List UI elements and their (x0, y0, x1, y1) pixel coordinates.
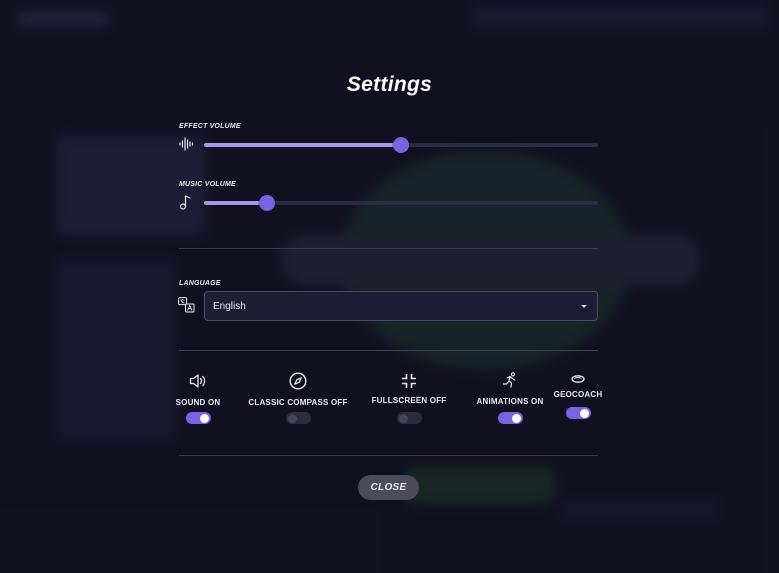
chevron-down-icon (581, 305, 587, 308)
toggle-knob (580, 409, 589, 418)
toggle-knob (512, 414, 521, 423)
waveform-icon (179, 137, 194, 151)
toggle-knob (288, 414, 297, 423)
geocoach-toggle[interactable] (566, 407, 591, 419)
language-select-value: English (213, 301, 246, 312)
coach-disc-icon (571, 375, 585, 383)
compass-icon (289, 372, 307, 390)
toggle-label: FULLSCREEN OFF (371, 396, 447, 405)
toggle-label: CLASSIC COMPASS OFF (248, 398, 348, 407)
fullscreen-toggle[interactable] (397, 412, 422, 424)
divider (179, 350, 598, 351)
settings-title: Settings (346, 73, 433, 96)
effect-volume-label: EFFECT VOLUME (179, 123, 241, 130)
toggle-label: GEOCOACH (553, 390, 603, 399)
slider-thumb[interactable] (259, 195, 276, 211)
toggle-classic-compass: CLASSIC COMPASS OFF (248, 372, 348, 407)
toggle-fullscreen: FULLSCREEN OFF (369, 374, 449, 405)
animations-toggle[interactable] (498, 412, 523, 424)
effect-volume-slider[interactable] (204, 137, 598, 153)
speaker-icon (189, 374, 206, 388)
music-volume-slider[interactable] (204, 195, 598, 211)
translate-icon (178, 297, 195, 313)
close-button[interactable]: CLOSE (358, 475, 419, 500)
toggle-label: ANIMATIONS ON (476, 397, 544, 406)
exit-fullscreen-icon (402, 374, 416, 388)
slider-fill (204, 201, 268, 205)
toggle-geocoach: GEOCOACH (552, 374, 604, 399)
music-volume-label: MUSIC VOLUME (179, 181, 236, 188)
running-figure-icon (502, 372, 516, 388)
slider-fill (204, 143, 401, 147)
divider (179, 455, 598, 456)
toggle-sound: SOUND ON (172, 373, 224, 407)
toggle-animations: ANIMATIONS ON (474, 372, 546, 406)
language-label: LANGUAGE (179, 280, 221, 287)
sound-toggle[interactable] (186, 412, 211, 424)
toggle-knob (200, 414, 209, 423)
music-note-icon (179, 195, 191, 210)
classic-compass-toggle[interactable] (286, 412, 311, 424)
language-select[interactable]: English (204, 291, 598, 321)
settings-modal: Settings EFFECT VOLUME MUSIC VOLUME LANG… (0, 0, 779, 573)
divider (179, 248, 598, 249)
toggle-knob (399, 414, 408, 423)
slider-thumb[interactable] (393, 137, 409, 153)
toggle-label: SOUND ON (175, 398, 221, 407)
